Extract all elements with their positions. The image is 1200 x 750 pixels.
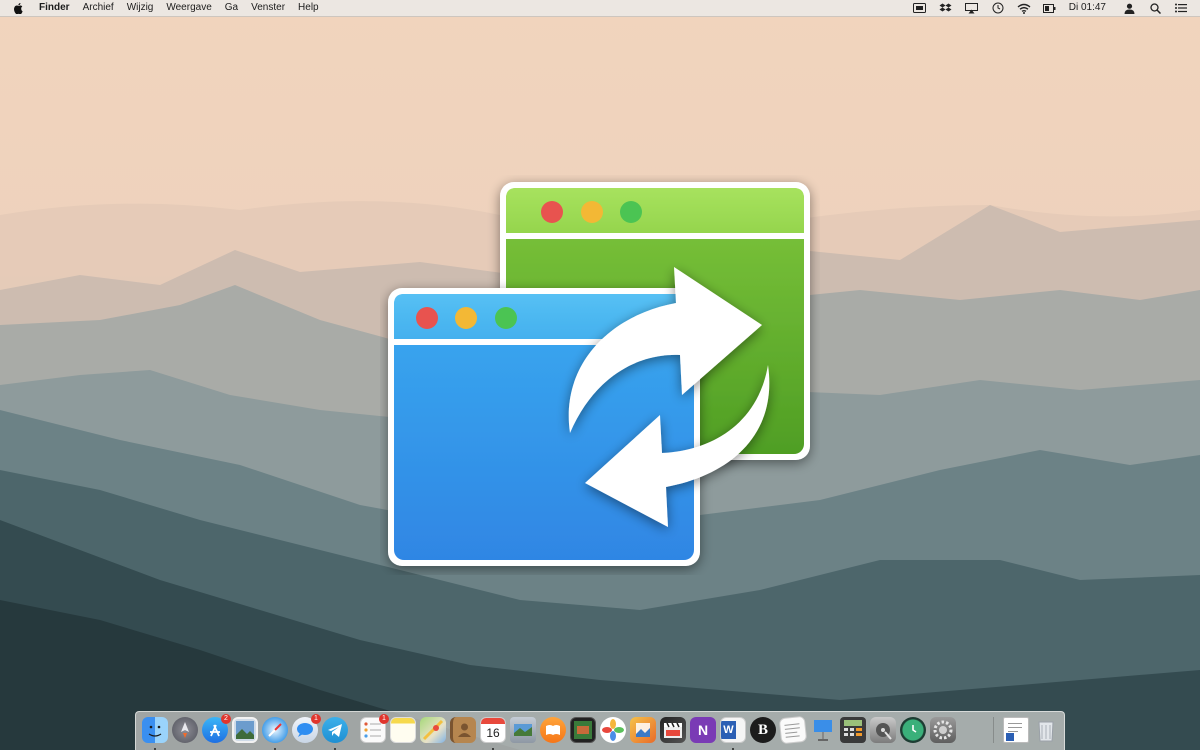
safari-icon — [262, 717, 288, 743]
dock-item-finder[interactable] — [142, 717, 168, 750]
dropbox-icon[interactable] — [939, 2, 953, 14]
preview-icon — [232, 717, 258, 743]
screen-share-icon[interactable] — [913, 2, 927, 14]
word-icon: W — [720, 717, 746, 743]
time-machine-icon[interactable] — [991, 2, 1005, 14]
bbedit-letter: B — [757, 722, 768, 738]
spotlight-search-icon[interactable] — [1148, 2, 1162, 14]
battery-icon[interactable] — [1043, 2, 1057, 14]
menu-ga[interactable]: Ga — [225, 0, 238, 16]
dock-item-system-preferences[interactable] — [930, 717, 956, 743]
launchpad-icon — [172, 717, 198, 743]
dock-item-image-viewer[interactable] — [630, 717, 656, 743]
menu-weergave[interactable]: Weergave — [166, 0, 211, 16]
menu-archief[interactable]: Archief — [83, 0, 114, 16]
word-document-icon — [1003, 717, 1029, 743]
menu-app-name[interactable]: Finder — [39, 0, 70, 16]
dock-item-contacts[interactable] — [450, 717, 476, 743]
menu-bar: Finder Archief Wijzig Weergave Ga Venste… — [0, 0, 1200, 17]
dock-item-word[interactable]: W — [720, 717, 746, 750]
clapper-icon — [660, 717, 686, 743]
dock-item-trash[interactable] — [1033, 717, 1059, 743]
dock-item-notes[interactable] — [390, 717, 416, 743]
dock-item-preview[interactable] — [232, 717, 258, 743]
calculator-icon — [840, 717, 866, 743]
notes-icon — [390, 717, 416, 743]
dock-item-reminders[interactable]: 1 — [360, 714, 389, 743]
textedit-icon — [778, 715, 808, 745]
maps-icon — [420, 717, 446, 743]
menu-bar-left: Finder Archief Wijzig Weergave Ga Venste… — [0, 0, 332, 16]
calendar-icon: 16 — [480, 717, 506, 743]
notification-center-icon[interactable] — [1174, 2, 1188, 14]
menu-bar-clock[interactable]: Di 01:47 — [1069, 0, 1106, 16]
ibooks-icon — [540, 717, 566, 743]
dock-item-app-store[interactable]: 2 — [202, 714, 231, 743]
dock: 2 1 1 16 N W B — [135, 711, 1065, 750]
dock-item-maps[interactable] — [420, 717, 446, 743]
notification-badge: 1 — [311, 714, 321, 724]
dock-item-safari[interactable] — [262, 717, 288, 750]
dock-separator — [993, 717, 994, 743]
trash-icon — [1033, 717, 1059, 743]
dock-item-calendar[interactable]: 16 — [480, 717, 506, 750]
bbedit-icon: B — [750, 717, 776, 743]
photo-booth-icon — [570, 717, 596, 743]
wifi-icon[interactable] — [1017, 2, 1031, 14]
telegram-icon — [322, 717, 348, 743]
dock-item-bbedit[interactable]: B — [750, 717, 776, 743]
dock-item-image-capture[interactable] — [510, 717, 536, 743]
menu-wijzig[interactable]: Wijzig — [127, 0, 154, 16]
window-sync-app-icon — [380, 175, 820, 575]
image-viewer-icon — [630, 717, 656, 743]
image-capture-icon — [510, 717, 536, 743]
dock-item-photos[interactable] — [600, 717, 626, 743]
menu-help[interactable]: Help — [298, 0, 319, 16]
notification-badge: 1 — [379, 714, 389, 724]
keynote-icon — [810, 717, 836, 743]
dock-item-time-machine[interactable] — [900, 717, 926, 743]
dock-item-final-cut-pro[interactable] — [660, 717, 686, 743]
notification-badge: 2 — [221, 714, 231, 724]
dock-item-launchpad[interactable] — [172, 717, 198, 743]
airplay-icon[interactable] — [965, 2, 979, 14]
gear-icon — [930, 717, 956, 743]
disk-utility-icon — [870, 717, 896, 743]
apple-icon[interactable] — [13, 2, 24, 14]
dock-item-messages[interactable]: 1 — [292, 714, 321, 743]
menu-venster[interactable]: Venster — [251, 0, 285, 16]
contacts-icon — [450, 717, 476, 743]
dock-item-onenote[interactable]: N — [690, 717, 716, 743]
time-machine-icon — [900, 717, 926, 743]
dock-item-documents[interactable] — [1003, 717, 1029, 743]
onenote-icon: N — [690, 717, 716, 743]
dock-item-textedit[interactable] — [778, 715, 808, 745]
dock-item-calculator[interactable] — [840, 717, 866, 743]
user-icon[interactable] — [1122, 2, 1136, 14]
dock-item-keynote[interactable] — [810, 717, 836, 743]
dock-item-telegram[interactable] — [322, 717, 348, 750]
photos-icon — [600, 717, 626, 743]
dock-item-ibooks[interactable] — [540, 717, 566, 743]
calendar-date: 16 — [486, 726, 500, 740]
dock-item-photo-booth[interactable] — [570, 717, 596, 743]
menu-bar-status: Di 01:47 — [901, 0, 1200, 16]
dock-item-disk-utility[interactable] — [870, 717, 896, 743]
finder-icon — [142, 717, 168, 743]
